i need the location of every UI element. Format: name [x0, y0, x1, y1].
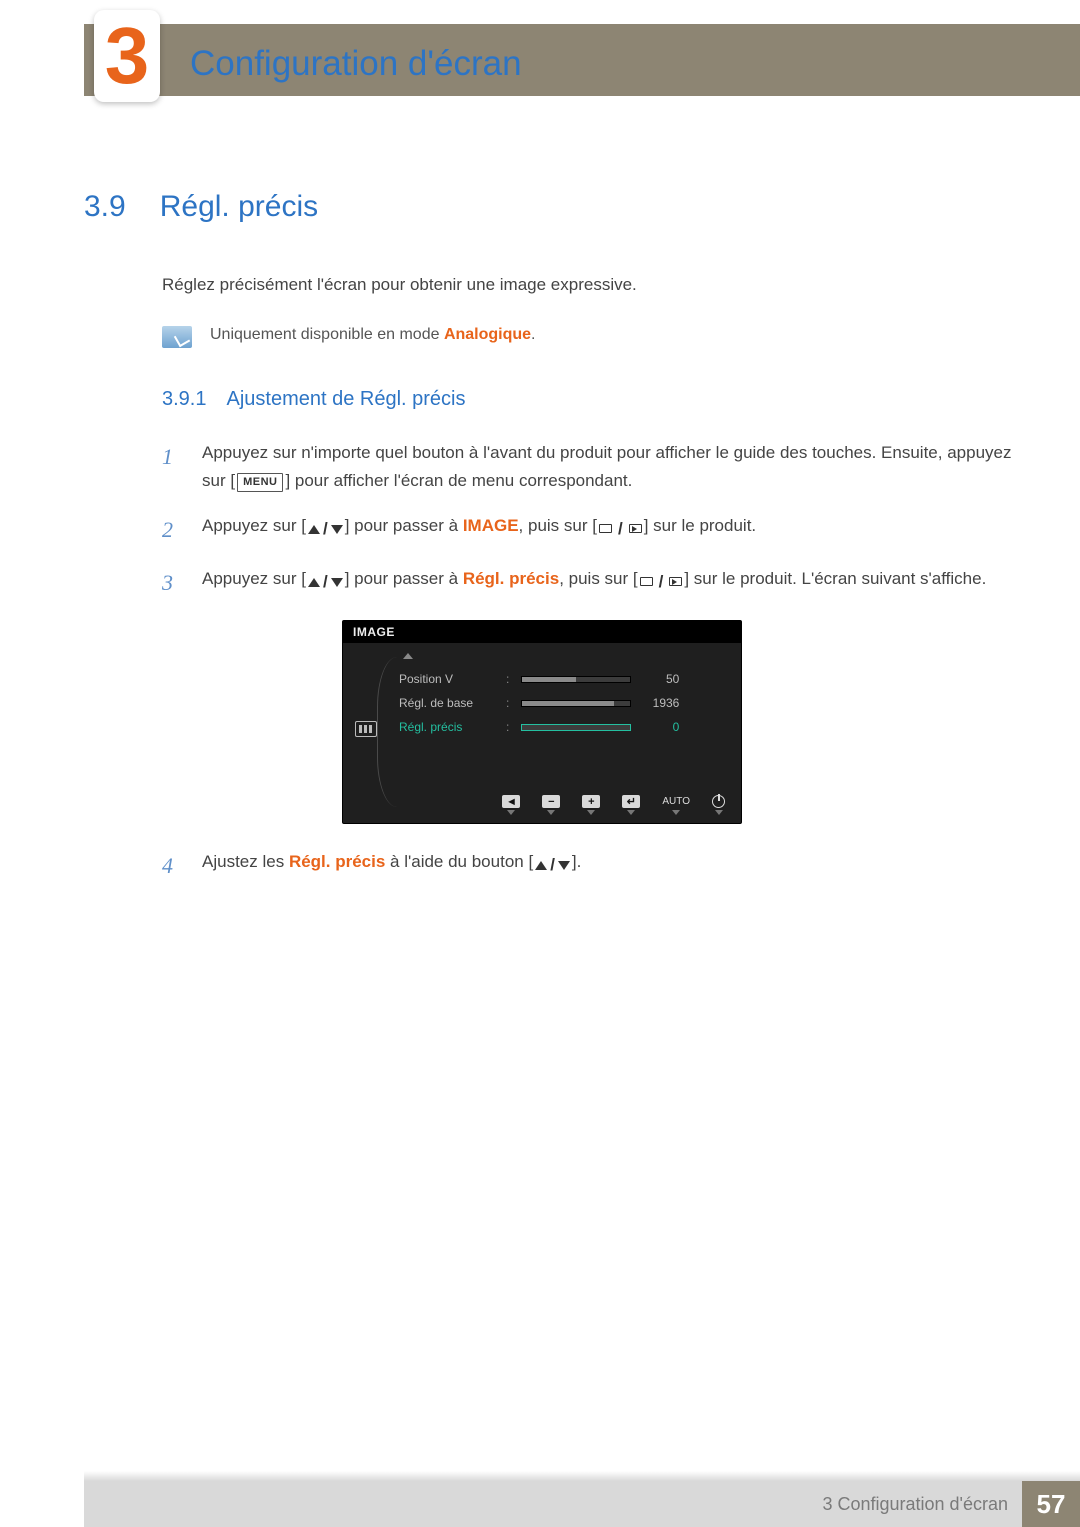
section-number: 3.9: [84, 190, 126, 224]
step-2: 2 Appuyez sur [/] pour passer à IMAGE, p…: [162, 512, 1030, 547]
osd-btn-minus: −: [542, 795, 560, 815]
note-text: Uniquement disponible en mode Analogique…: [210, 326, 536, 344]
note-highlight: Analogique: [444, 326, 531, 343]
minus-icon: −: [542, 795, 560, 808]
subsection-number: 3.9.1: [162, 388, 206, 411]
t: à l'aide du bouton [: [385, 852, 533, 871]
osd-value: 50: [643, 672, 679, 686]
section-heading: 3.9 Régl. précis: [84, 190, 1030, 224]
hl: Régl. précis: [463, 569, 559, 588]
osd-btn-auto: AUTO: [662, 795, 690, 815]
page-content: 3.9 Régl. précis Réglez précisément l'éc…: [84, 190, 1030, 901]
enter-icon: ↵: [622, 795, 640, 808]
osd-label: Régl. de base: [399, 696, 494, 710]
plus-icon: +: [582, 795, 600, 808]
osd-title: IMAGE: [343, 621, 741, 643]
menu-key-icon: MENU: [237, 473, 283, 493]
osd-body: Position V : 50 Régl. de base : 1936 Rég…: [343, 643, 741, 823]
t: ] pour passer à: [345, 516, 463, 535]
back-icon: ◄: [502, 795, 520, 808]
osd-button-bar: ◄ − + ↵ AUTO: [343, 795, 741, 823]
hl: Régl. précis: [289, 852, 385, 871]
subsection-heading: 3.9.1 Ajustement de Régl. précis: [162, 388, 1030, 411]
chapter-badge: 3: [94, 10, 160, 102]
up-down-icon: /: [535, 851, 570, 878]
step-text: Appuyez sur [/] pour passer à IMAGE, pui…: [202, 512, 1030, 547]
chapter-title: Configuration d'écran: [190, 44, 522, 84]
subsection-title: Ajustement de Régl. précis: [226, 388, 465, 411]
osd-row-position-v: Position V : 50: [399, 667, 723, 691]
auto-label: AUTO: [662, 795, 690, 808]
osd-value: 0: [643, 720, 679, 734]
t: ] pour afficher l'écran de menu correspo…: [285, 471, 632, 490]
step-3: 3 Appuyez sur [/] pour passer à Régl. pr…: [162, 565, 1030, 600]
note-row: Uniquement disponible en mode Analogique…: [162, 326, 1030, 348]
power-icon: [712, 795, 725, 808]
step-4: 4 Ajustez les Régl. précis à l'aide du b…: [162, 848, 1030, 883]
footer-text: 3 Configuration d'écran: [822, 1494, 1008, 1515]
t: Ajustez les: [202, 852, 289, 871]
source-enter-icon: /: [640, 568, 683, 595]
t: ] sur le produit.: [644, 516, 756, 535]
source-enter-icon: /: [599, 515, 642, 542]
osd-label: Régl. précis: [399, 720, 494, 734]
up-down-icon: /: [308, 568, 343, 595]
t: ] pour passer à: [345, 569, 463, 588]
osd-slider: [521, 700, 631, 707]
step-1: 1 Appuyez sur n'importe quel bouton à l'…: [162, 439, 1030, 493]
osd-curve-decoration: [377, 657, 397, 807]
footer-page-number: 57: [1022, 1481, 1080, 1527]
osd-row-regl-precis: Régl. précis : 0: [399, 715, 723, 739]
osd-slider: [521, 724, 631, 731]
osd-category-icon: [355, 721, 377, 737]
step-number: 2: [162, 512, 182, 547]
up-down-icon: /: [308, 515, 343, 542]
osd-label: Position V: [399, 672, 494, 686]
t: ] sur le produit. L'écran suivant s'affi…: [684, 569, 986, 588]
colon: :: [506, 696, 509, 710]
chapter-number: 3: [105, 16, 150, 96]
osd-row-regl-de-base: Régl. de base : 1936: [399, 691, 723, 715]
colon: :: [506, 672, 509, 686]
note-prefix: Uniquement disponible en mode: [210, 326, 444, 343]
section-intro: Réglez précisément l'écran pour obtenir …: [162, 272, 1030, 298]
t: , puis sur [: [559, 569, 637, 588]
steps-list: 1 Appuyez sur n'importe quel bouton à l'…: [162, 439, 1030, 883]
osd-btn-enter: ↵: [622, 795, 640, 815]
osd-value: 1936: [643, 696, 679, 710]
step-number: 3: [162, 565, 182, 600]
osd-scroll-up-icon: [403, 653, 413, 659]
osd-btn-power: [712, 795, 725, 815]
step-number: 1: [162, 439, 182, 493]
osd-btn-plus: +: [582, 795, 600, 815]
step-text: Appuyez sur [/] pour passer à Régl. préc…: [202, 565, 1030, 600]
osd-screenshot: IMAGE Position V : 50 Régl. de base :: [342, 620, 742, 824]
t: Appuyez sur [: [202, 516, 306, 535]
t: ].: [572, 852, 581, 871]
hl: IMAGE: [463, 516, 519, 535]
step-text: Ajustez les Régl. précis à l'aide du bou…: [202, 848, 1030, 883]
osd-slider: [521, 676, 631, 683]
footer-shadow: [84, 1471, 1080, 1481]
note-suffix: .: [531, 326, 535, 343]
section-title: Régl. précis: [160, 190, 318, 224]
step-text: Appuyez sur n'importe quel bouton à l'av…: [202, 439, 1030, 493]
colon: :: [506, 720, 509, 734]
step-number: 4: [162, 848, 182, 883]
t: Appuyez sur [: [202, 569, 306, 588]
page-footer: 3 Configuration d'écran 57: [84, 1481, 1080, 1527]
osd-btn-back: ◄: [502, 795, 520, 815]
note-icon: [162, 326, 192, 348]
t: , puis sur [: [519, 516, 597, 535]
